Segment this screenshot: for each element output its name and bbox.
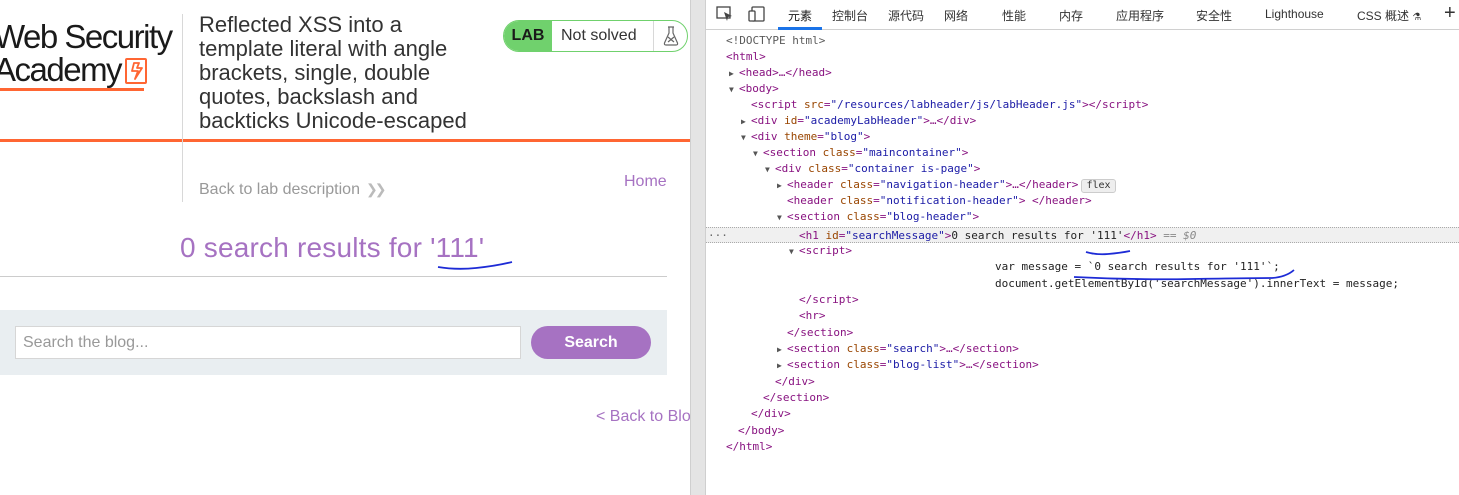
dom-node[interactable]: <!DOCTYPE html> xyxy=(726,33,825,49)
home-link[interactable]: Home xyxy=(624,173,667,191)
flask-icon xyxy=(653,21,687,51)
lab-status-badge: LAB Not solved xyxy=(503,20,688,52)
inspect-element-icon[interactable] xyxy=(716,6,734,22)
dom-node[interactable]: <header class="notification-header"> </h… xyxy=(787,193,1092,209)
dom-node[interactable]: ▼ <section class="blog-header"> xyxy=(777,209,979,225)
script-content-line: var message = `0 search results for '111… xyxy=(995,260,1280,273)
more-tabs-plus-icon[interactable]: + xyxy=(1444,2,1456,25)
dom-node[interactable]: ▶ <head>…</head> xyxy=(729,65,832,81)
collapse-triangle-icon[interactable]: ▼ xyxy=(729,82,739,98)
tab-elements[interactable]: 元素 xyxy=(788,7,812,24)
logo-underline xyxy=(0,88,144,91)
dom-node[interactable]: </section> xyxy=(787,325,853,341)
node-actions-ellipsis-icon[interactable]: ··· xyxy=(708,228,728,244)
dom-node[interactable]: </script> xyxy=(799,292,859,308)
tab-css-overview[interactable]: CSS 概述 ⚗ xyxy=(1357,7,1421,24)
tab-sources[interactable]: 源代码 xyxy=(888,7,924,24)
lightning-bolt-icon xyxy=(125,58,148,84)
flex-badge[interactable]: flex xyxy=(1081,179,1116,193)
collapse-triangle-icon[interactable]: ▼ xyxy=(777,210,787,226)
expand-triangle-icon[interactable]: ▶ xyxy=(777,358,787,374)
dom-node[interactable]: ▼ <body> xyxy=(729,81,779,97)
tab-performance[interactable]: 性能 xyxy=(1002,7,1026,24)
lab-title: Reflected XSS into a template literal wi… xyxy=(199,12,467,133)
dom-node[interactable]: ▶ <header class="navigation-header">…</he… xyxy=(777,177,1116,193)
tab-console[interactable]: 控制台 xyxy=(832,7,868,24)
panel-splitter[interactable] xyxy=(690,0,706,495)
devtools-toolbar: 元素 控制台 源代码 网络 性能 内存 应用程序 安全性 Lighthouse … xyxy=(706,0,1459,30)
collapse-triangle-icon[interactable]: ▼ xyxy=(765,162,775,178)
search-button[interactable]: Search xyxy=(531,326,651,359)
collapse-triangle-icon[interactable]: ▼ xyxy=(753,146,763,162)
expand-triangle-icon[interactable]: ▶ xyxy=(777,342,787,358)
expand-triangle-icon[interactable]: ▶ xyxy=(777,178,787,194)
tab-css-overview-label: CSS 概述 xyxy=(1357,9,1410,23)
header-orange-rule xyxy=(0,139,690,142)
dom-node[interactable]: ▼ <div theme="blog"> xyxy=(741,129,870,145)
dom-node[interactable]: </html> xyxy=(726,439,772,455)
tab-memory[interactable]: 内存 xyxy=(1059,7,1083,24)
tab-lighthouse[interactable]: Lighthouse xyxy=(1265,7,1324,21)
experiment-flask-icon: ⚗ xyxy=(1412,12,1422,23)
dom-node[interactable]: </body> xyxy=(738,423,784,439)
logo-line-1: Web Security xyxy=(0,18,173,55)
blog-header-divider xyxy=(0,276,667,277)
script-content-line: document.getElementById('searchMessage')… xyxy=(995,277,1399,290)
back-to-blog-link[interactable]: < Back to Blog xyxy=(596,408,690,426)
lab-status-text: Not solved xyxy=(561,27,637,44)
logo-line-2: Academy xyxy=(0,53,184,86)
tab-application[interactable]: 应用程序 xyxy=(1116,7,1164,24)
dom-node-selected[interactable]: ··· <h1 id="searchMessage">0 search resul… xyxy=(706,227,1459,243)
search-section: Search xyxy=(0,310,667,375)
dom-node[interactable]: </div> xyxy=(751,406,791,422)
back-to-lab-description-link[interactable]: Back to lab description ❯❯ xyxy=(199,181,387,199)
dom-node[interactable]: <html> xyxy=(726,49,766,65)
dom-node[interactable]: </section> xyxy=(763,390,829,406)
lab-page: Web Security Academy Reflected XSS into … xyxy=(0,0,690,495)
collapse-triangle-icon[interactable]: ▼ xyxy=(741,130,751,146)
expand-triangle-icon[interactable]: ▶ xyxy=(729,66,739,82)
dom-node[interactable]: <script src="/resources/labheader/js/lab… xyxy=(751,97,1148,113)
dom-node[interactable]: ▼ <script> xyxy=(789,243,852,259)
dom-node[interactable]: ▼ <div class="container is-page"> xyxy=(765,161,980,177)
dom-node[interactable]: <hr> xyxy=(799,308,826,324)
search-results-heading: 0 search results for '111' xyxy=(180,232,485,263)
handwritten-annotation-h1 xyxy=(1085,250,1131,256)
dom-node[interactable]: ▶ <section class="blog-list">…</section> xyxy=(777,357,1039,373)
expand-triangle-icon[interactable]: ▶ xyxy=(741,114,751,130)
device-toolbar-icon[interactable] xyxy=(748,6,766,22)
collapse-triangle-icon[interactable]: ▼ xyxy=(789,244,799,260)
tab-security[interactable]: 安全性 xyxy=(1196,7,1232,24)
header-divider xyxy=(182,14,183,202)
double-chevron-right-icon: ❯❯ xyxy=(365,181,387,197)
back-to-lab-description-label: Back to lab description xyxy=(199,181,360,198)
dom-node[interactable]: ▶ <section class="search">…</section> xyxy=(777,341,1019,357)
dom-node[interactable]: </div> xyxy=(775,374,815,390)
dom-node[interactable]: ▶ <div id="academyLabHeader">…</div> xyxy=(741,113,976,129)
web-security-academy-logo[interactable]: Web Security Academy xyxy=(0,18,184,91)
tab-network[interactable]: 网络 xyxy=(944,7,968,24)
lab-label: LAB xyxy=(504,21,552,51)
search-input[interactable] xyxy=(15,326,521,359)
dom-node[interactable]: ▼ <section class="maincontainer"> xyxy=(753,145,968,161)
active-tab-indicator xyxy=(778,27,822,30)
devtools-panel: 元素 控制台 源代码 网络 性能 内存 应用程序 安全性 Lighthouse … xyxy=(706,0,1459,495)
